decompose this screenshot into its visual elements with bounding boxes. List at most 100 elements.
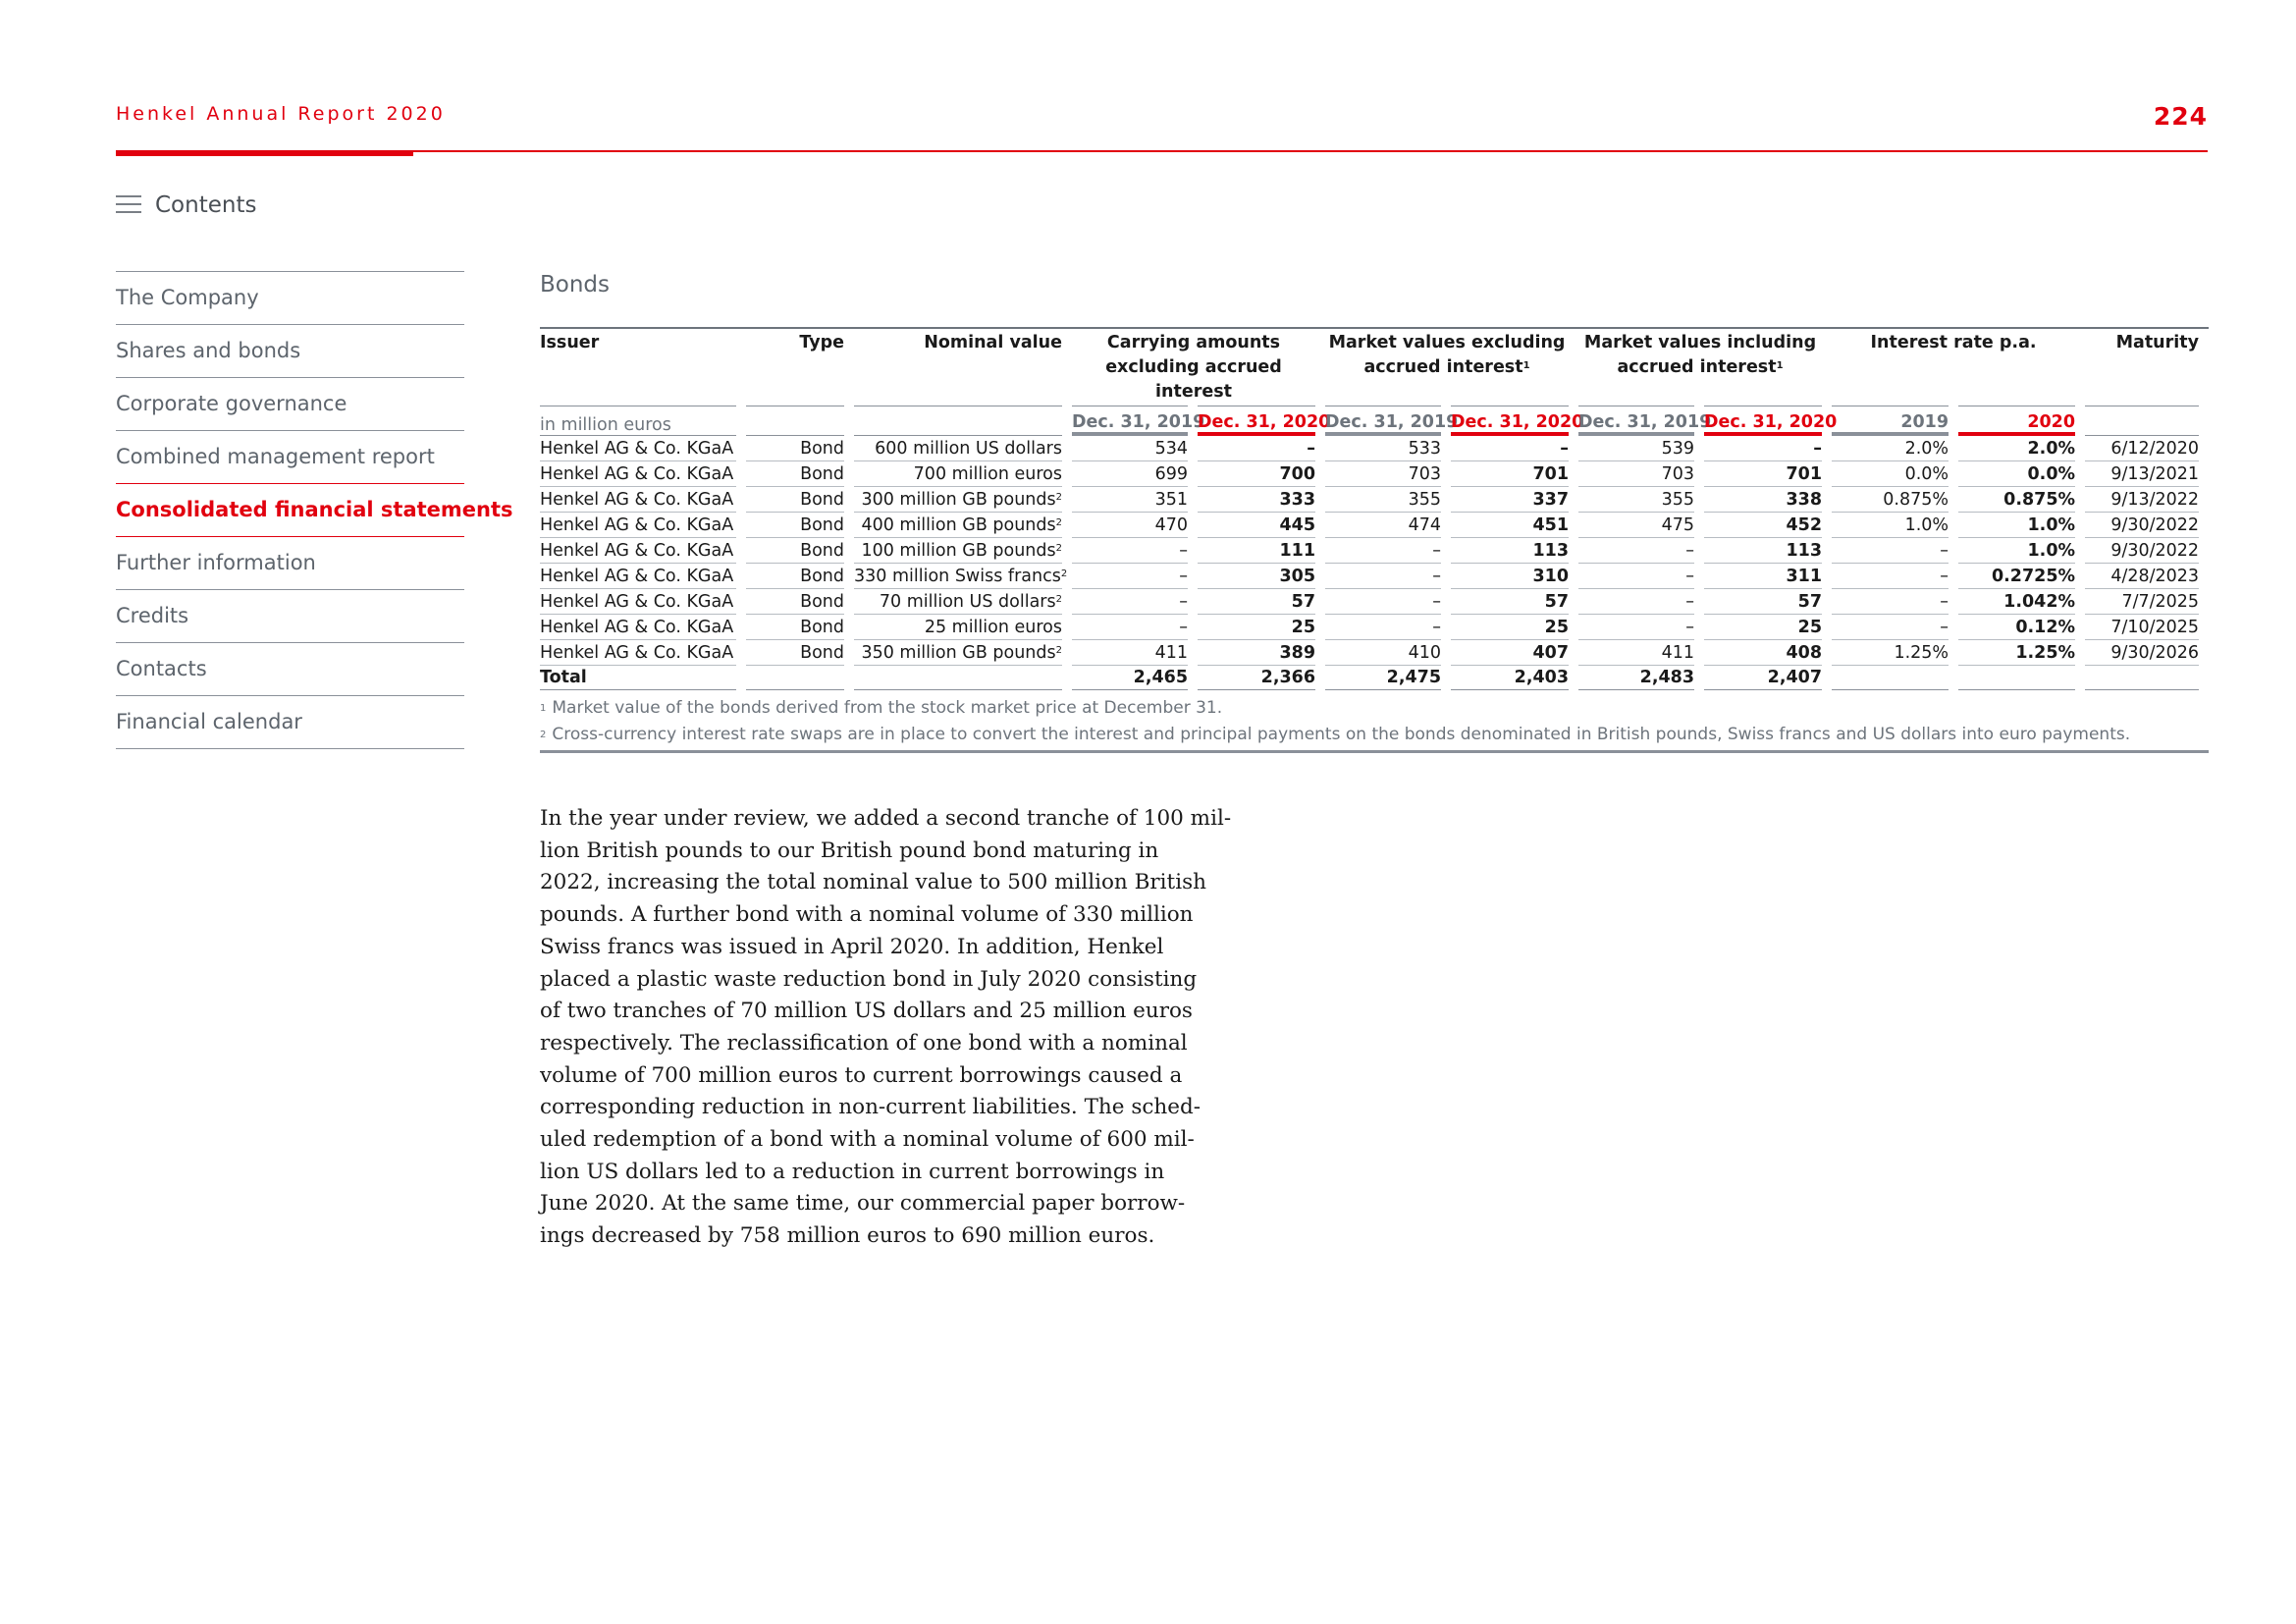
col-header-issuer: Issuer [540,333,600,352]
subheader-blank [2085,406,2200,436]
body-text-line: lion US dollars led to a reduction in cu… [540,1159,1165,1184]
cell-market-excl-2020: 407 [1451,640,1570,666]
table-row: Henkel AG & Co. KGaA Bond 400 million GB p… [540,513,2200,538]
cell-market-excl-2020: 337 [1451,487,1570,513]
cell-market-incl-2020: 338 [1704,487,1823,513]
sidebar-item-credits[interactable]: Credits [116,589,464,642]
cell-type: Bond [746,640,844,666]
body-text-line: lion British pounds to our British pound… [540,838,1159,863]
cell-market-incl-2019: 703 [1578,461,1695,487]
table-row: Henkel AG & Co. KGaA Bond 100 million GB p… [540,538,2200,564]
cell-maturity: 7/7/2025 [2085,589,2200,615]
cell-carrying-2020: 305 [1198,564,1316,589]
total-blank [1958,666,2076,690]
cell-market-excl-2020: 113 [1451,538,1570,564]
cell-rate-2020: 0.2725% [1958,564,2076,589]
total-blank [2085,666,2200,690]
cell-type: Bond [746,538,844,564]
cell-carrying-2019: 351 [1072,487,1188,513]
col-header-type: Type [799,333,844,352]
cell-market-excl-2020: – [1451,436,1570,461]
contents-link[interactable]: Contents [116,192,256,218]
cell-rate-2020: 1.0% [1958,538,2076,564]
sidebar-item-consolidated-financial-statements[interactable]: Consolidated financial statements [116,483,513,536]
cell-issuer: Henkel AG & Co. KGaA [540,461,736,487]
cell-type: Bond [746,513,844,538]
col-header-market-incl: Market values including accrued interest… [1583,333,1817,377]
cell-type: Bond [746,564,844,589]
sidebar-item-shares-and-bonds[interactable]: Shares and bonds [116,324,464,377]
cell-issuer: Henkel AG & Co. KGaA [540,487,736,513]
sidebar-item-corporate-governance[interactable]: Corporate governance [116,377,464,430]
body-paragraph: In the year under review, we added a sec… [540,803,1231,1253]
cell-carrying-2019: 411 [1072,640,1188,666]
menu-icon [116,195,141,215]
cell-market-incl-2020: – [1704,436,1823,461]
sidebar-item-the-company[interactable]: The Company [116,271,464,324]
table-bottom-rule [540,750,2209,753]
sidebar-item-further-information[interactable]: Further information [116,536,464,589]
subheader-carrying-2019: Dec. 31, 2019 [1072,406,1204,436]
table-row: Henkel AG & Co. KGaA Bond 300 million GB p… [540,487,2200,513]
header-rule [116,150,2208,152]
total-market-incl-2020: 2,407 [1704,666,1823,690]
subheader-market-incl-2020: Dec. 31, 2020 [1704,406,1837,436]
cell-market-excl-2020: 25 [1451,615,1570,640]
cell-market-incl-2020: 25 [1704,615,1823,640]
cell-market-excl-2019: 703 [1325,461,1442,487]
cell-rate-2020: 1.042% [1958,589,2076,615]
cell-carrying-2020: 57 [1198,589,1316,615]
sidebar-end-rule [116,748,464,749]
total-label: Total [540,666,736,690]
sidebar-item-combined-management-report[interactable]: Combined management report [116,430,464,483]
cell-nominal: 600 million US dollars [854,436,1062,461]
body-text-line: of two tranches of 70 million US dollars… [540,999,1193,1024]
body-text-line: Swiss francs was issued in April 2020. I… [540,934,1164,959]
subheader-rate-2019: 2019 [1832,406,1949,436]
section-title: Bonds [540,272,611,298]
cell-carrying-2019: – [1072,615,1188,640]
cell-market-excl-2020: 310 [1451,564,1570,589]
cell-rate-2019: 0.875% [1832,487,1949,513]
cell-rate-2019: 2.0% [1832,436,1949,461]
body-text-line: placed a plastic waste reduction bond in… [540,966,1198,992]
cell-rate-2020: 0.0% [1958,461,2076,487]
unit-label: in million euros [540,406,736,436]
table-row: Henkel AG & Co. KGaA Bond 70 million US do… [540,589,2200,615]
col-header-carrying: Carrying amounts excluding accrued inter… [1105,333,1282,402]
col-header-maturity: Maturity [2115,333,2200,352]
body-text-line: uled redemption of a bond with a nominal… [540,1127,1195,1153]
cell-market-excl-2020: 701 [1451,461,1570,487]
total-blank [854,666,1062,690]
cell-maturity: 9/13/2021 [2085,461,2200,487]
cell-market-incl-2020: 113 [1704,538,1823,564]
sidebar-nav: The Company Shares and bonds Corporate g… [116,271,513,749]
cell-type: Bond [746,487,844,513]
total-blank [1832,666,1949,690]
col-header-nominal: Nominal value [924,333,1062,352]
sidebar-item-contacts[interactable]: Contacts [116,642,464,695]
table-row: Henkel AG & Co. KGaA Bond 25 million euros… [540,615,2200,640]
sidebar-item-financial-calendar[interactable]: Financial calendar [116,695,464,748]
cell-nominal: 25 million euros [854,615,1062,640]
subheader-carrying-2020: Dec. 31, 2020 [1198,406,1330,436]
report-title: Henkel Annual Report 2020 [116,103,446,125]
cell-market-incl-2019: – [1578,615,1695,640]
page-number: 224 [2153,102,2208,131]
body-text-line: volume of 700 million euros to current b… [540,1062,1183,1088]
contents-label: Contents [155,192,257,218]
cell-rate-2019: – [1832,538,1949,564]
table-row: Henkel AG & Co. KGaA Bond 330 million Swis… [540,564,2200,589]
cell-nominal: 70 million US dollars2 [854,589,1062,615]
cell-market-incl-2019: – [1578,564,1695,589]
cell-carrying-2019: 699 [1072,461,1188,487]
cell-issuer: Henkel AG & Co. KGaA [540,589,736,615]
cell-market-incl-2020: 408 [1704,640,1823,666]
header-rule-accent [116,150,413,156]
body-text-line: pounds. A further bond with a nominal vo… [540,902,1194,928]
body-text-line: ings decreased by 758 million euros to 6… [540,1223,1155,1249]
cell-maturity: 6/12/2020 [2085,436,2200,461]
cell-carrying-2020: 445 [1198,513,1316,538]
body-text-line: corresponding reduction in non-current l… [540,1095,1201,1120]
cell-nominal: 300 million GB pounds2 [854,487,1062,513]
